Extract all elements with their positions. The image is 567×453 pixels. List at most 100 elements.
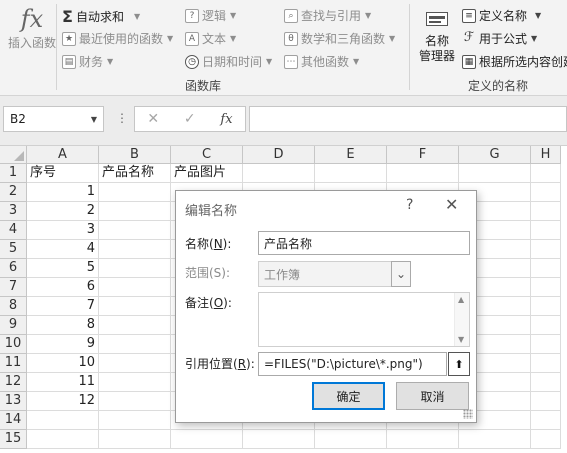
insert-function-button[interactable]: fx 插入函数 <box>6 4 58 60</box>
row-header[interactable]: 10 <box>0 335 27 354</box>
column-header[interactable]: A <box>27 146 99 164</box>
column-header[interactable]: H <box>531 146 561 164</box>
cell-H4[interactable] <box>531 221 561 240</box>
cell-D1[interactable] <box>243 164 315 183</box>
help-icon[interactable]: ? <box>406 197 413 213</box>
cell-H13[interactable] <box>531 392 561 411</box>
cell-B3[interactable] <box>99 202 171 221</box>
create-from-selection-button[interactable]: ▦ 根据所选内容创建 <box>462 53 567 70</box>
cell-G1[interactable] <box>459 164 531 183</box>
cell-A1[interactable]: 序号 <box>27 164 99 183</box>
autosum-button[interactable]: Σ 自动求和 ▼ <box>62 7 140 26</box>
column-header[interactable]: E <box>315 146 387 164</box>
row-header[interactable]: 8 <box>0 297 27 316</box>
define-name-button[interactable]: ≡ 定义名称 ▼ <box>462 7 541 24</box>
formula-input[interactable] <box>249 106 567 132</box>
cell-B12[interactable] <box>99 373 171 392</box>
name-input[interactable]: 产品名称 <box>258 231 470 255</box>
cell-A12[interactable]: 11 <box>27 373 99 392</box>
select-all-corner[interactable] <box>0 146 27 164</box>
datetime-button[interactable]: ◷ 日期和时间 ▼ <box>185 53 272 70</box>
cell-B8[interactable] <box>99 297 171 316</box>
collapse-dialog-icon[interactable]: ⬆ <box>448 352 470 376</box>
cell-A8[interactable]: 7 <box>27 297 99 316</box>
cell-H11[interactable] <box>531 354 561 373</box>
cell-C1[interactable]: 产品图片 <box>171 164 243 183</box>
cancel-button[interactable]: 取消 <box>396 382 469 410</box>
cell-A14[interactable] <box>27 411 99 430</box>
cell-H15[interactable] <box>531 430 561 449</box>
other-functions-button[interactable]: ⋯ 其他函数 ▼ <box>284 53 359 70</box>
scroll-up-icon[interactable]: ▲ <box>458 295 464 304</box>
cell-E15[interactable] <box>315 430 387 449</box>
cell-A9[interactable]: 8 <box>27 316 99 335</box>
cell-B5[interactable] <box>99 240 171 259</box>
ok-button[interactable]: 确定 <box>312 382 385 410</box>
cell-A2[interactable]: 1 <box>27 183 99 202</box>
lookup-button[interactable]: ⌕ 查找与引用 ▼ <box>284 7 371 24</box>
cell-B4[interactable] <box>99 221 171 240</box>
cell-H6[interactable] <box>531 259 561 278</box>
use-in-formula-button[interactable]: ℱ 用于公式 ▼ <box>462 30 537 47</box>
column-header[interactable]: D <box>243 146 315 164</box>
cell-H2[interactable] <box>531 183 561 202</box>
cell-A7[interactable]: 6 <box>27 278 99 297</box>
more-options-icon[interactable]: ⋮ <box>116 111 128 125</box>
cell-A6[interactable]: 5 <box>27 259 99 278</box>
text-button[interactable]: A 文本 ▼ <box>185 30 236 47</box>
scrollbar[interactable]: ▲ ▼ <box>454 293 469 346</box>
refers-to-input[interactable]: =FILES("D:\picture\*.png") <box>258 352 447 376</box>
row-header[interactable]: 14 <box>0 411 27 430</box>
cell-C15[interactable] <box>171 430 243 449</box>
financial-button[interactable]: ▤ 财务 ▼ <box>62 53 113 70</box>
cell-B11[interactable] <box>99 354 171 373</box>
cell-B15[interactable] <box>99 430 171 449</box>
cell-H1[interactable] <box>531 164 561 183</box>
cell-B9[interactable] <box>99 316 171 335</box>
cancel-icon[interactable]: ✕ <box>147 111 159 127</box>
row-header[interactable]: 6 <box>0 259 27 278</box>
cell-H3[interactable] <box>531 202 561 221</box>
name-box[interactable]: B2 ▼ <box>3 106 104 132</box>
cell-A4[interactable]: 3 <box>27 221 99 240</box>
row-header[interactable]: 13 <box>0 392 27 411</box>
row-header[interactable]: 2 <box>0 183 27 202</box>
name-manager-button[interactable]: 名称 管理器 <box>416 8 458 70</box>
row-header[interactable]: 12 <box>0 373 27 392</box>
math-button[interactable]: θ 数学和三角函数 ▼ <box>284 30 395 47</box>
column-header[interactable]: C <box>171 146 243 164</box>
cell-H10[interactable] <box>531 335 561 354</box>
row-header[interactable]: 7 <box>0 278 27 297</box>
recent-functions-button[interactable]: ★ 最近使用的函数 ▼ <box>62 30 173 47</box>
insert-function-icon[interactable]: fx <box>220 112 232 127</box>
row-header[interactable]: 15 <box>0 430 27 449</box>
row-header[interactable]: 4 <box>0 221 27 240</box>
cell-H8[interactable] <box>531 297 561 316</box>
cell-B6[interactable] <box>99 259 171 278</box>
column-header[interactable]: F <box>387 146 459 164</box>
cell-A10[interactable]: 9 <box>27 335 99 354</box>
column-header[interactable]: G <box>459 146 531 164</box>
cell-F1[interactable] <box>387 164 459 183</box>
enter-icon[interactable]: ✓ <box>184 111 196 127</box>
logical-button[interactable]: ? 逻辑 ▼ <box>185 7 236 24</box>
cell-B10[interactable] <box>99 335 171 354</box>
scroll-down-icon[interactable]: ▼ <box>458 335 464 344</box>
cell-B13[interactable] <box>99 392 171 411</box>
scope-select[interactable]: 工作簿 ⌄ <box>258 261 411 287</box>
cell-H7[interactable] <box>531 278 561 297</box>
cell-B7[interactable] <box>99 278 171 297</box>
cell-H9[interactable] <box>531 316 561 335</box>
row-header[interactable]: 11 <box>0 354 27 373</box>
cell-A11[interactable]: 10 <box>27 354 99 373</box>
row-header[interactable]: 1 <box>0 164 27 183</box>
cell-B14[interactable] <box>99 411 171 430</box>
cell-B1[interactable]: 产品名称 <box>99 164 171 183</box>
chevron-down-icon[interactable]: ▼ <box>91 115 97 124</box>
chevron-down-icon[interactable]: ⌄ <box>391 261 411 287</box>
resize-grip-icon[interactable] <box>463 409 473 419</box>
close-icon[interactable]: ✕ <box>445 195 458 214</box>
row-header[interactable]: 9 <box>0 316 27 335</box>
cell-H12[interactable] <box>531 373 561 392</box>
cell-D15[interactable] <box>243 430 315 449</box>
